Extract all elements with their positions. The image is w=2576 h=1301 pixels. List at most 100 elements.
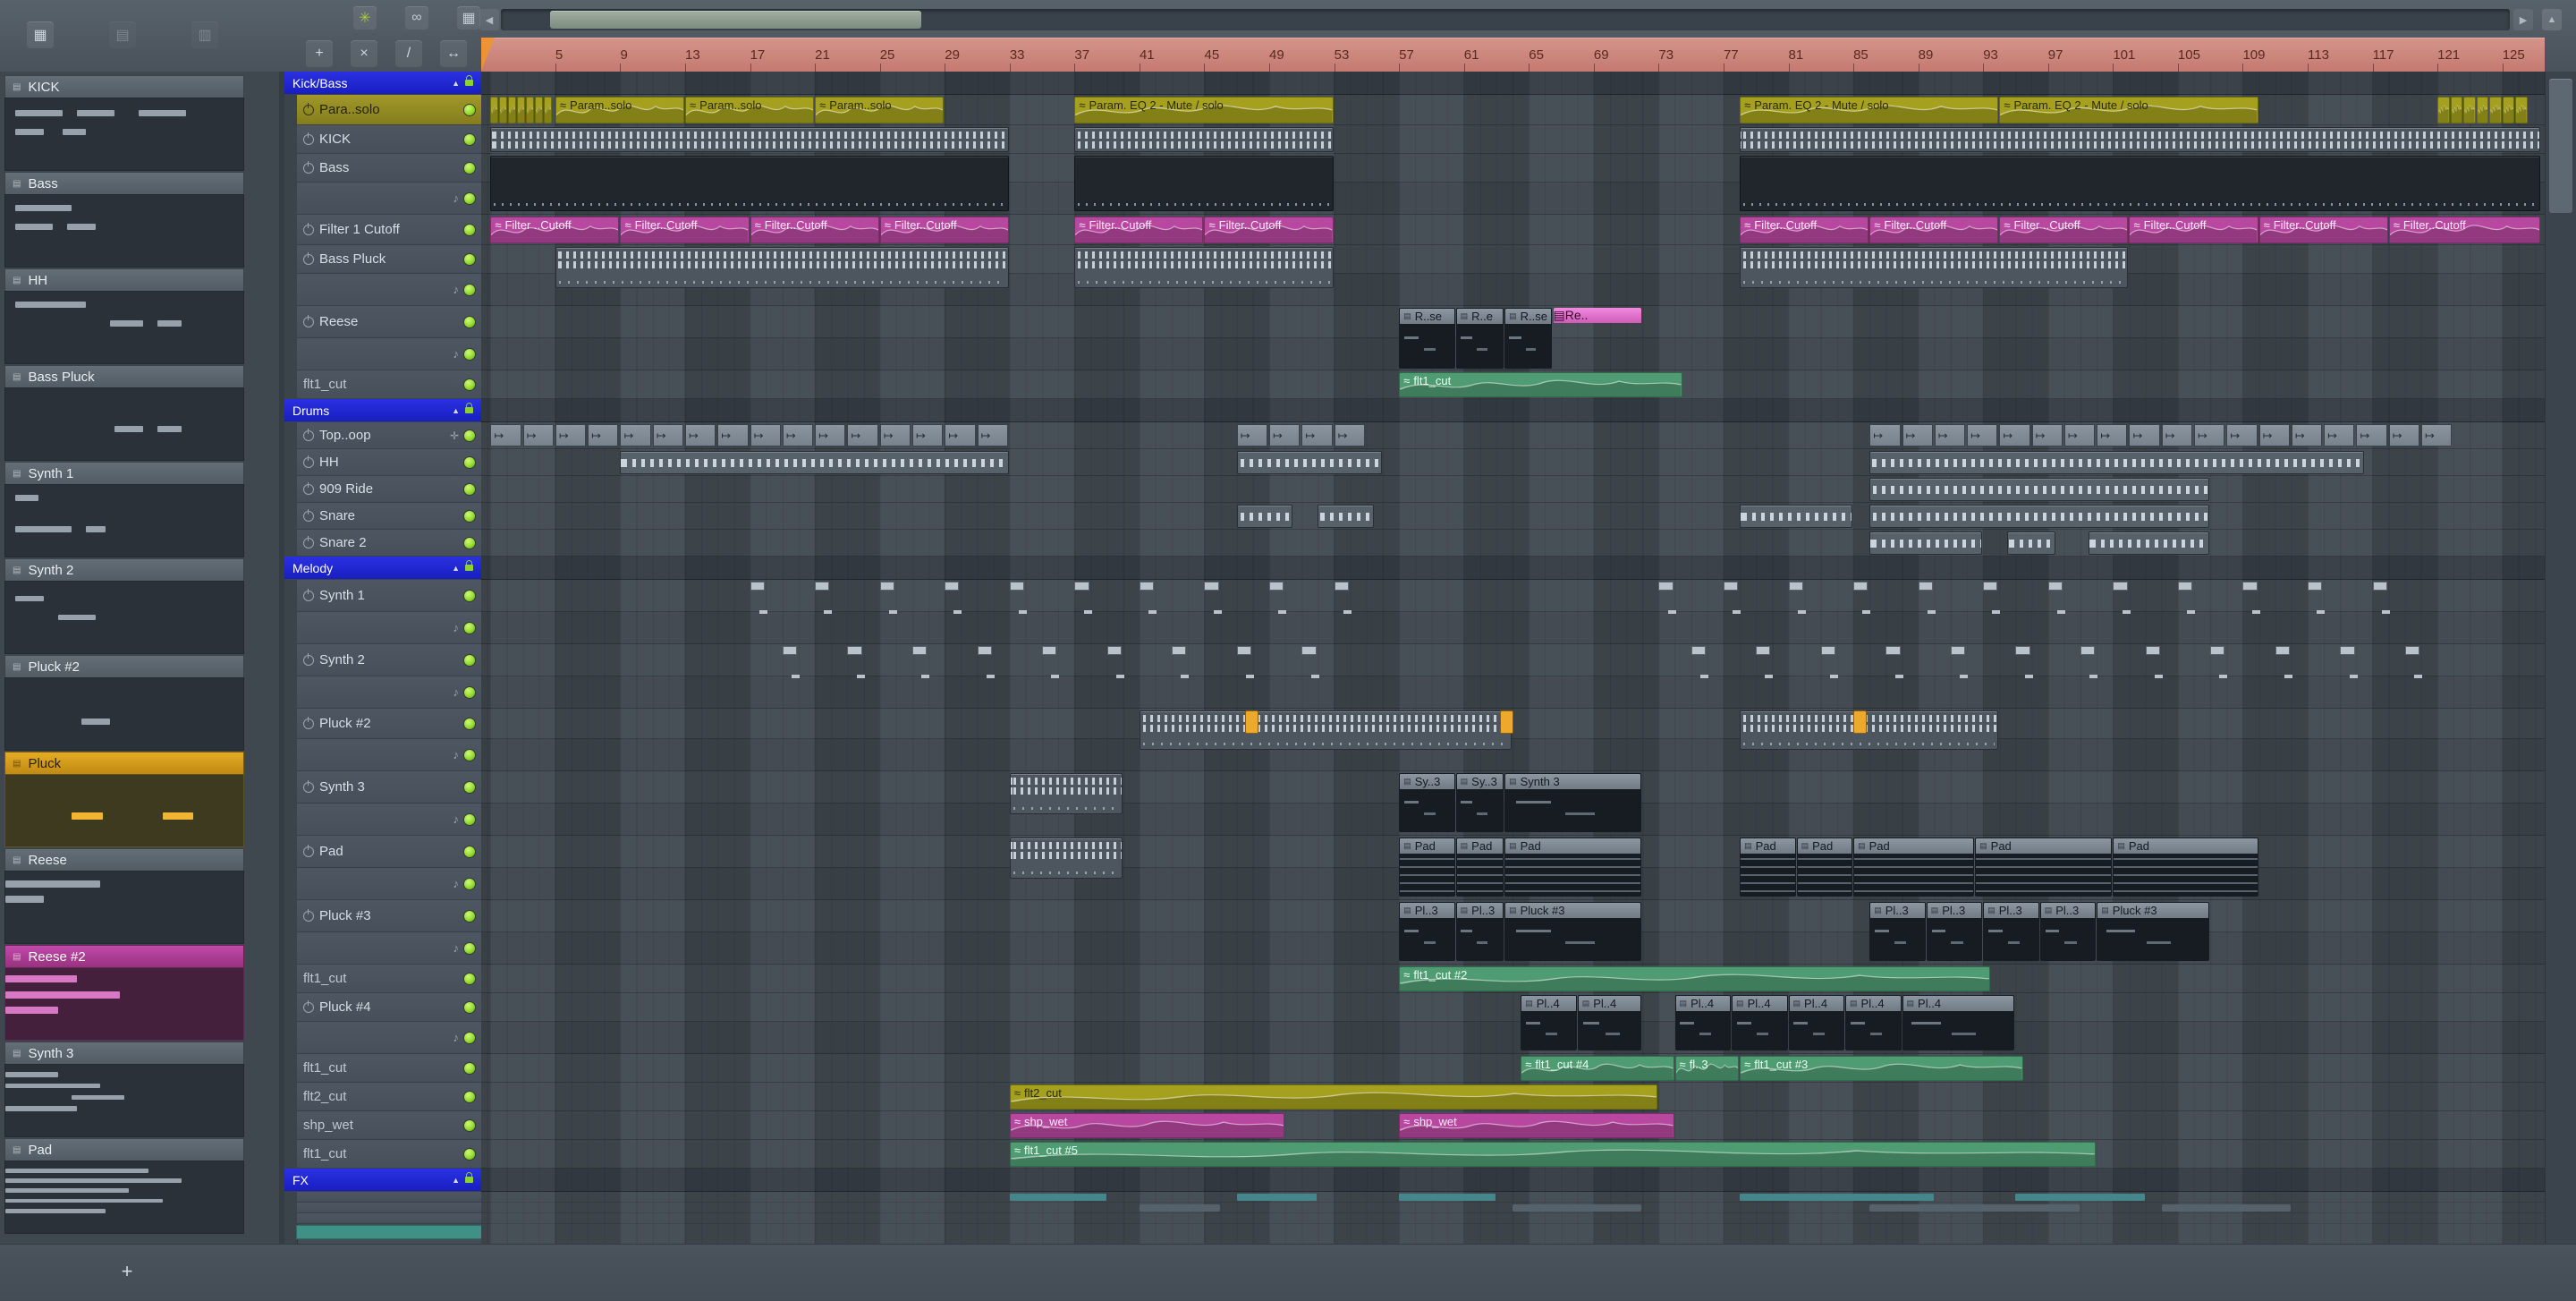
pattern-clip[interactable]: ▤ Pl..4 [1732, 995, 1788, 1050]
track-row-reese[interactable]: Reese [297, 306, 481, 338]
pattern-clip[interactable]: ▤ Pl..3 [1455, 902, 1504, 961]
draw-add-icon[interactable]: + [306, 40, 333, 67]
automation-clip[interactable]: ≈ Filter..Cutoff [750, 217, 879, 243]
pattern-item-header[interactable]: ▤ Reese #2 [4, 945, 244, 967]
track-enable-led[interactable] [464, 284, 475, 295]
pattern-clip[interactable] [847, 646, 865, 680]
automation-clip[interactable] [2476, 97, 2489, 123]
pattern-clip[interactable]: ▤ Pad [2113, 838, 2258, 897]
track-enable-led[interactable] [464, 537, 475, 548]
track-row-kick[interactable]: KICK [297, 125, 481, 154]
automation-clip[interactable] [2450, 97, 2463, 123]
playlist-lane[interactable] [481, 503, 2545, 530]
mute-toggle-icon[interactable] [303, 455, 314, 468]
track-row-bass-pluck[interactable]: Bass Pluck [297, 245, 481, 274]
pattern-item-header[interactable]: ▤ HH [4, 268, 244, 291]
audio-loop-clip[interactable]: ↦ [2356, 424, 2387, 446]
audio-loop-clip[interactable]: ↦ [685, 424, 716, 446]
pattern-clip[interactable] [1723, 582, 1741, 616]
track-row-flt1-cut[interactable]: flt1_cut [297, 1140, 481, 1169]
pattern-clip[interactable]: ▤ Pad [1455, 838, 1504, 897]
pattern-clip[interactable] [1869, 451, 2364, 474]
track-row-spacer[interactable]: ♪ [297, 1022, 481, 1054]
track-row-synth-1[interactable]: Synth 1 [297, 580, 481, 612]
track-enable-led[interactable] [464, 846, 475, 857]
pattern-item-hh[interactable]: ▤ HH [4, 268, 244, 364]
audio-loop-clip[interactable]: ↦ [620, 424, 651, 446]
pattern-clip[interactable] [2145, 646, 2164, 680]
automation-clip[interactable]: ≈ Filter..Cutoff [1074, 217, 1204, 243]
track-row-pad[interactable]: Pad [297, 836, 481, 868]
pattern-item-bass[interactable]: ▤ Bass [4, 172, 244, 268]
pattern-item-header[interactable]: ▤ Synth 3 [4, 1042, 244, 1064]
track-enable-led[interactable] [464, 192, 475, 204]
automation-clip[interactable] [535, 97, 544, 123]
audio-loop-clip[interactable]: ↦ [717, 424, 749, 446]
automation-clip[interactable]: ≈ Filter..Cutoff [2388, 217, 2541, 243]
automation-clip[interactable]: ≈ Param..solo [685, 97, 815, 123]
pattern-clip[interactable] [1318, 505, 1374, 528]
audio-loop-clip[interactable]: ↦ [2097, 424, 2128, 446]
pattern-clip[interactable]: ▤ Pl..3 [1926, 902, 1983, 961]
pattern-clip[interactable] [2177, 582, 2196, 616]
pattern-item-header[interactable]: ▤ Pad [4, 1138, 244, 1161]
audio-loop-clip[interactable]: ↦ [750, 424, 781, 446]
automation-clip[interactable]: ≈ Param..solo [555, 97, 684, 123]
scroll-right-button[interactable]: ▶ [2513, 9, 2533, 30]
playlist-lane[interactable] [481, 1192, 2545, 1203]
automation-clip[interactable]: ≈ flt1_cut #2 [1399, 966, 1991, 991]
track-enable-led[interactable] [464, 224, 475, 235]
mini-clip[interactable] [2015, 1194, 2145, 1201]
track-row-spacer[interactable]: ♪ [297, 612, 481, 644]
automation-clip[interactable]: ≈ shp_wet [1399, 1113, 1674, 1138]
audio-loop-clip[interactable]: ↦ [879, 424, 911, 446]
audio-loop-clip[interactable]: ↦ [1301, 424, 1333, 446]
pattern-clip[interactable]: ▤ Pad [1796, 838, 1853, 897]
track-enable-led[interactable] [464, 253, 475, 265]
audio-loop-clip[interactable]: ↦ [1967, 424, 1998, 446]
automation-clip[interactable] [2489, 97, 2502, 123]
automation-clip[interactable] [508, 97, 517, 123]
horizontal-scroll-thumb[interactable] [550, 11, 921, 29]
pattern-item-synth-2[interactable]: ▤ Synth 2 [4, 558, 244, 654]
pattern-clip[interactable]: ▤ Pl..3 [1983, 902, 2039, 961]
piano-roll-window-icon[interactable]: ▤ [109, 21, 136, 48]
mute-toggle-icon[interactable] [303, 160, 314, 174]
automation-clip[interactable]: ≈ flt1_cut [1399, 372, 1682, 397]
automation-clip[interactable] [490, 97, 499, 123]
audio-loop-clip[interactable]: ↦ [588, 424, 619, 446]
audio-loop-clip[interactable]: ↦ [911, 424, 944, 446]
collapse-group-icon[interactable]: ▲ [452, 1176, 460, 1185]
audio-loop-clip[interactable]: ↦ [522, 424, 554, 446]
track-row-flt1-cut[interactable]: flt1_cut [297, 370, 481, 399]
track-row-spacer[interactable]: ♪ [297, 804, 481, 836]
track-row-flt1-cut[interactable]: flt1_cut [297, 1054, 481, 1083]
pattern-clip[interactable] [1740, 505, 1853, 528]
delete-icon[interactable]: × [351, 40, 377, 67]
audio-loop-clip[interactable]: ↦ [1269, 424, 1301, 446]
mute-toggle-icon[interactable] [303, 844, 314, 857]
playlist-lane[interactable] [481, 676, 2545, 709]
pattern-clip[interactable] [1172, 646, 1190, 680]
pattern-clip[interactable] [1204, 582, 1222, 616]
track-row-spacer[interactable]: ♪ [297, 183, 481, 215]
mute-toggle-icon[interactable] [303, 251, 314, 265]
pattern-clip[interactable] [2275, 646, 2293, 680]
track-enable-led[interactable] [464, 1001, 475, 1013]
mini-clip[interactable] [1139, 1204, 1220, 1212]
pattern-clip[interactable] [815, 582, 833, 616]
pattern-clip[interactable] [1236, 451, 1383, 474]
pattern-clip[interactable] [2080, 646, 2098, 680]
track-group-fx[interactable]: FX ▲ [284, 1169, 481, 1192]
track-row-para-solo[interactable]: Para..solo [297, 95, 481, 125]
pattern-clip[interactable] [2340, 646, 2358, 680]
pattern-clip[interactable] [2015, 646, 2033, 680]
pattern-clip[interactable] [2308, 582, 2326, 616]
playlist-lane[interactable] [481, 72, 2545, 95]
pattern-clip[interactable] [1740, 156, 2541, 211]
playlist-lane[interactable] [481, 530, 2545, 557]
pattern-clip-highlight[interactable] [1853, 710, 1868, 734]
automation-clip[interactable] [517, 97, 526, 123]
track-row-spacer[interactable]: ♪ [297, 676, 481, 709]
pattern-clip[interactable] [782, 646, 801, 680]
